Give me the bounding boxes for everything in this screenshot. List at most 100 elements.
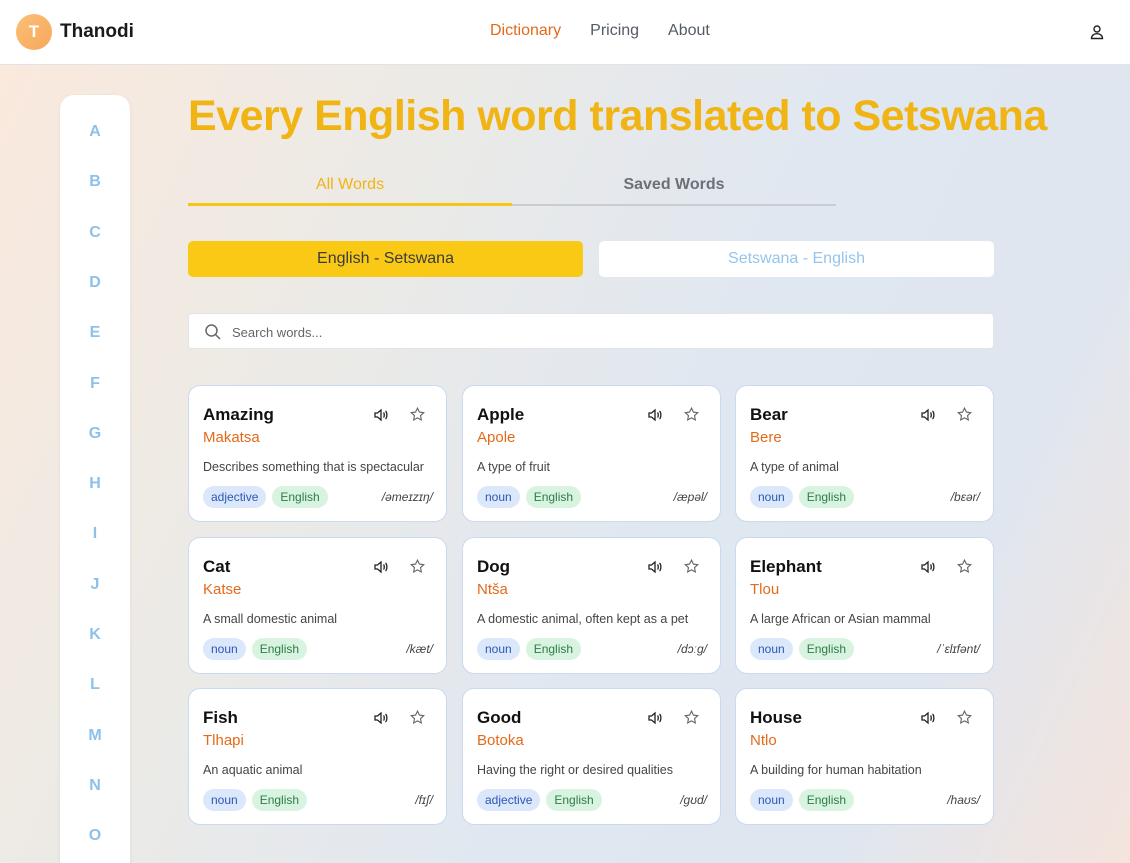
tab-all-words[interactable]: All Words	[188, 176, 512, 206]
star-icon[interactable]	[683, 406, 700, 423]
alphabet-letter-h[interactable]: H	[60, 475, 130, 493]
language-badge: English	[251, 789, 308, 811]
word-badges: noun English	[750, 486, 855, 508]
logo[interactable]: T Thanodi	[16, 14, 134, 50]
english-setswana-button[interactable]: English - Setswana	[188, 241, 583, 277]
app-name: Thanodi	[60, 21, 134, 42]
star-icon[interactable]	[683, 709, 700, 726]
word-translation: Apole	[477, 429, 516, 446]
word-translation: Ntlo	[750, 732, 777, 749]
word-badges: noun English	[750, 638, 855, 660]
nav-about[interactable]: About	[668, 22, 710, 40]
star-icon[interactable]	[409, 709, 426, 726]
word-title: Amazing	[203, 405, 274, 424]
language-badge: English	[546, 789, 602, 811]
word-card[interactable]: Amazing Makatsa Describes something that i…	[188, 385, 447, 522]
search-input[interactable]	[232, 320, 972, 344]
word-badges: noun English	[203, 789, 308, 811]
alphabet-letter-l[interactable]: L	[60, 676, 130, 694]
word-card[interactable]: Elephant Tlou A large African or Asian mam…	[735, 537, 994, 674]
star-icon[interactable]	[409, 558, 426, 575]
word-card[interactable]: Dog Ntša A domestic animal, often kept as …	[462, 537, 721, 674]
word-card[interactable]: Good Botoka Having the right or desired qu…	[462, 688, 721, 825]
word-badges: noun English	[750, 789, 855, 811]
speaker-icon[interactable]	[920, 710, 936, 726]
language-badge: English	[798, 486, 855, 508]
top-header: T Thanodi Dictionary Pricing About	[0, 0, 1130, 65]
part-of-speech-badge: noun	[750, 486, 793, 508]
part-of-speech-badge: noun	[750, 789, 793, 811]
alphabet-letter-k[interactable]: K	[60, 626, 130, 644]
star-icon[interactable]	[409, 406, 426, 423]
alphabet-letter-d[interactable]: D	[60, 274, 130, 292]
phonetic-text: /bɛər/	[950, 490, 980, 504]
phonetic-text: /ɡʊd/	[680, 793, 707, 807]
phonetic-text: /əmeɪzɪŋ/	[381, 490, 433, 504]
word-description: A domestic animal, often kept as a pet	[477, 612, 689, 626]
alphabet-letter-f[interactable]: F	[60, 375, 130, 393]
alphabet-letter-i[interactable]: I	[60, 525, 130, 543]
nav-dictionary[interactable]: Dictionary	[490, 22, 561, 40]
alphabet-letter-m[interactable]: M	[60, 727, 130, 745]
word-title: Good	[477, 708, 522, 727]
tab-saved-words[interactable]: Saved Words	[512, 176, 836, 206]
page-title: Every English word translated to Setswan…	[188, 92, 1047, 140]
word-title: Cat	[203, 557, 231, 576]
word-description: A small domestic animal	[203, 612, 338, 626]
word-title: Apple	[477, 405, 525, 424]
speaker-icon[interactable]	[920, 559, 936, 575]
phonetic-text: /æpəl/	[673, 490, 707, 504]
star-icon[interactable]	[683, 558, 700, 575]
alphabet-letter-j[interactable]: J	[60, 576, 130, 594]
word-card[interactable]: Bear Bere A type of animal noun English/bɛər…	[735, 385, 994, 522]
word-tabs: All Words Saved Words	[188, 176, 836, 206]
word-translation: Botoka	[477, 732, 524, 749]
word-card[interactable]: Fish Tlhapi An aquatic animal noun English/f…	[188, 688, 447, 825]
star-icon[interactable]	[956, 406, 973, 423]
word-card[interactable]: Cat Katse A small domestic animal noun Engli…	[188, 537, 447, 674]
speaker-icon[interactable]	[647, 710, 663, 726]
speaker-icon[interactable]	[373, 710, 389, 726]
alphabet-letter-c[interactable]: C	[60, 224, 130, 242]
word-badges: adjective English	[203, 486, 328, 508]
star-icon[interactable]	[956, 709, 973, 726]
alphabet-letter-g[interactable]: G	[60, 425, 130, 443]
alphabet-letter-e[interactable]: E	[60, 324, 130, 342]
word-description: Having the right or desired qualities	[477, 763, 673, 777]
word-title: Fish	[203, 708, 238, 727]
phonetic-text: /kæt/	[406, 642, 433, 656]
speaker-icon[interactable]	[373, 559, 389, 575]
language-badge: English	[525, 486, 582, 508]
star-icon[interactable]	[956, 558, 973, 575]
word-card[interactable]: Apple Apole A type of fruit noun English/æpə…	[462, 385, 721, 522]
logo-badge: T	[16, 14, 52, 50]
alphabet-letter-b[interactable]: B	[60, 173, 130, 191]
word-title: House	[750, 708, 802, 727]
word-title: Elephant	[750, 557, 822, 576]
user-icon[interactable]	[1089, 24, 1105, 40]
alphabet-letter-n[interactable]: N	[60, 777, 130, 795]
word-badges: noun English	[203, 638, 308, 660]
speaker-icon[interactable]	[647, 407, 663, 423]
word-translation: Tlou	[750, 581, 780, 598]
speaker-icon[interactable]	[647, 559, 663, 575]
word-translation: Bere	[750, 429, 782, 446]
word-translation: Makatsa	[203, 429, 260, 446]
phonetic-text: /fɪʃ/	[415, 793, 433, 807]
main-nav: Dictionary Pricing About	[490, 22, 710, 40]
word-card[interactable]: House Ntlo A building for human habitation…	[735, 688, 994, 825]
speaker-icon[interactable]	[373, 407, 389, 423]
alphabet-letter-a[interactable]: A	[60, 123, 130, 141]
language-badge: English	[251, 638, 308, 660]
part-of-speech-badge: noun	[477, 638, 520, 660]
alphabet-letter-o[interactable]: O	[60, 827, 130, 845]
part-of-speech-badge: noun	[750, 638, 793, 660]
nav-pricing[interactable]: Pricing	[590, 22, 639, 40]
word-description: A type of animal	[750, 460, 839, 474]
language-badge: English	[272, 486, 328, 508]
language-badge: English	[798, 638, 855, 660]
speaker-icon[interactable]	[920, 407, 936, 423]
setswana-english-button[interactable]: Setswana - English	[599, 241, 994, 277]
phonetic-text: /ˈɛlɪfənt/	[937, 642, 980, 656]
word-description: A large African or Asian mammal	[750, 612, 931, 626]
